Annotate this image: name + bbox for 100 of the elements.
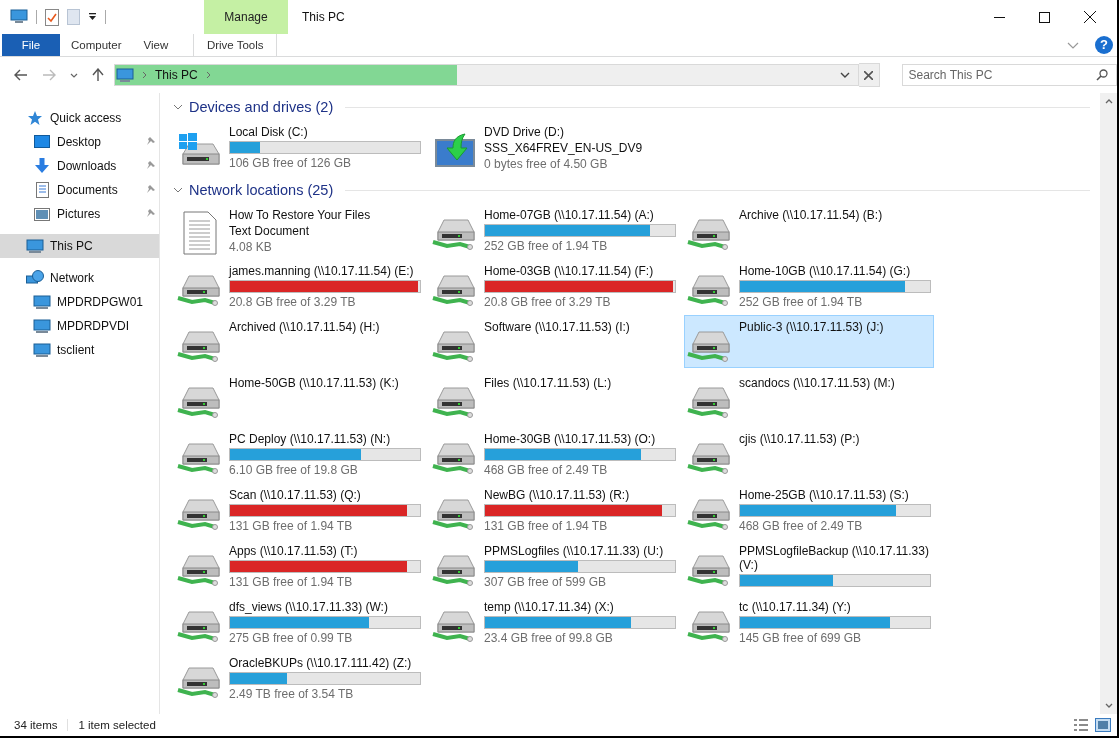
properties-icon[interactable] — [45, 8, 59, 26]
sidebar-item[interactable]: Downloads — [0, 154, 159, 178]
pin-icon[interactable] — [145, 137, 155, 147]
free-space-text: 307 GB free of 599 GB — [484, 575, 608, 589]
free-space-text: 20.8 GB free of 3.29 TB — [229, 295, 357, 309]
ribbon-tab[interactable]: Computer — [60, 34, 133, 56]
drive-item[interactable]: Archived (\\10.17.11.54) (H:) — [174, 315, 424, 368]
drive-item[interactable]: DVD Drive (D:) SSS_X64FREV_EN-US_DV9 0 bytes free of 4.50 GB — [429, 120, 679, 173]
group-header[interactable]: Devices and drives (2) — [189, 99, 334, 115]
drive-item[interactable]: PPMSLogfiles (\\10.17.11.33) (U:) 307 GB free of 599 GB — [429, 539, 679, 592]
drive-item[interactable]: Home-07GB (\\10.17.11.54) (A:) 252 GB free of 1.94 TB — [429, 203, 679, 256]
pin-icon[interactable] — [145, 161, 155, 171]
search-icon[interactable] — [1096, 69, 1108, 81]
computer-icon — [33, 342, 51, 358]
item-name: Archived (\\10.17.11.54) (H:) — [229, 320, 381, 334]
close-icon[interactable] — [864, 70, 874, 80]
item-name: NewBG (\\10.17.11.53) (R:) — [484, 488, 631, 502]
drive-item[interactable]: Scan (\\10.17.11.53) (Q:) 131 GB free of 1.94 TB — [174, 483, 424, 536]
free-space-text: 4.08 KB — [229, 240, 273, 254]
large-icons-view-icon[interactable] — [1095, 718, 1111, 732]
dropdown-caret-icon[interactable] — [840, 72, 850, 78]
drive-item[interactable]: cjis (\\10.17.11.53) (P:) — [684, 427, 934, 480]
drive-item[interactable]: dfs_views (\\10.17.11.33) (W:) 275 GB free of 0.99 TB — [174, 595, 424, 648]
item-name: OracleBKUPs (\\10.17.111.42) (Z:) — [229, 656, 413, 670]
item-name: Apps (\\10.17.11.53) (T:) — [229, 544, 359, 558]
drive-item[interactable]: Local Disk (C:) 106 GB free of 126 GB — [174, 120, 424, 173]
sidebar-item[interactable]: Quick access — [0, 106, 159, 130]
computer-icon — [26, 238, 44, 254]
back-arrow-icon[interactable] — [14, 69, 28, 81]
file-tab[interactable]: File — [2, 34, 60, 56]
drive-item[interactable]: PPMSLogfileBackup (\\10.17.11.33) (V:) — [684, 539, 934, 592]
close-icon[interactable] — [1084, 11, 1096, 23]
download-arrow-icon — [34, 158, 50, 174]
address-bar[interactable]: This PC — [114, 64, 859, 86]
chevron-icon — [205, 71, 211, 79]
drive-item[interactable]: tc (\\10.17.11.34) (Y:) 145 GB free of 699 GB — [684, 595, 934, 648]
caret-icon[interactable] — [88, 12, 97, 22]
drive-item[interactable]: Home-10GB (\\10.17.11.54) (G:) 252 GB free of 1.94 TB — [684, 259, 934, 312]
drive-item[interactable]: Home-30GB (\\10.17.11.53) (O:) 468 GB free of 2.49 TB — [429, 427, 679, 480]
expand-ribbon-icon[interactable] — [1067, 41, 1079, 49]
item-name: temp (\\10.17.11.34) (X:) — [484, 600, 615, 614]
item-label: Text Document — [229, 224, 311, 238]
sidebar-item[interactable]: Pictures — [0, 202, 159, 226]
pin-icon[interactable] — [145, 185, 155, 195]
drive-item[interactable]: PC Deploy (\\10.17.11.53) (N:) 6.10 GB free of 19.8 GB — [174, 427, 424, 480]
computer-icon — [33, 294, 51, 310]
drive-item[interactable]: scandocs (\\10.17.11.53) (M:) — [684, 371, 934, 424]
drive-item[interactable]: Software (\\10.17.11.53) (I:) — [429, 315, 679, 368]
sidebar-item[interactable]: MPDRDPVDI — [0, 314, 159, 338]
help-button[interactable]: ? — [1095, 36, 1113, 54]
computer-icon[interactable] — [10, 9, 28, 25]
star-icon — [27, 110, 43, 126]
item-name: Home-10GB (\\10.17.11.54) (G:) — [739, 264, 912, 278]
sidebar-item[interactable]: Documents — [0, 178, 159, 202]
scroll-up-icon[interactable] — [1104, 99, 1113, 104]
scroll-down-icon[interactable] — [1104, 703, 1113, 708]
breadcrumb[interactable]: This PC — [155, 68, 198, 82]
drive-item[interactable]: temp (\\10.17.11.34) (X:) 23.4 GB free of 99.8 GB — [429, 595, 679, 648]
drive-item[interactable]: Archive (\\10.17.11.54) (B:) — [684, 203, 934, 256]
drive-item[interactable]: Home-25GB (\\10.17.11.53) (S:) 468 GB free of 2.49 TB — [684, 483, 934, 536]
drive-item[interactable]: james.manning (\\10.17.11.54) (E:) 20.8 GB free of 3.29 TB — [174, 259, 424, 312]
maximize-icon[interactable] — [1039, 11, 1050, 23]
item-name: cjis (\\10.17.11.53) (P:) — [739, 432, 861, 446]
item-name: dfs_views (\\10.17.11.33) (W:) — [229, 600, 389, 614]
drive-item[interactable]: Apps (\\10.17.11.53) (T:) 131 GB free of 1.94 TB — [174, 539, 424, 592]
pin-icon[interactable] — [145, 209, 155, 219]
free-space-text: 131 GB free of 1.94 TB — [229, 575, 354, 589]
item-count: 34 items — [14, 719, 58, 731]
drive-item[interactable]: Home-50GB (\\10.17.11.53) (K:) — [174, 371, 424, 424]
ribbon-tab[interactable]: Drive Tools — [193, 34, 278, 56]
drive-item[interactable]: Public-3 (\\10.17.11.53) (J:) — [684, 315, 934, 368]
text-document-icon — [183, 210, 217, 255]
group-header[interactable]: Network locations (25) — [189, 182, 334, 198]
ribbon-tab[interactable]: View — [132, 34, 180, 56]
sidebar-item[interactable]: This PC — [0, 234, 159, 258]
collapse-chevron-icon[interactable] — [173, 104, 183, 110]
recent-locations-icon[interactable] — [70, 72, 78, 78]
up-arrow-icon[interactable] — [92, 68, 104, 82]
sidebar-item[interactable]: Desktop — [0, 130, 159, 154]
file-item[interactable]: How To Restore Your Files Text Document 4.08 KB — [174, 203, 424, 256]
details-view-icon[interactable] — [1073, 718, 1089, 732]
item-name: PPMSLogfileBackup (\\10.17.11.33) (V:) — [739, 544, 930, 572]
free-space-text: 23.4 GB free of 99.8 GB — [484, 631, 614, 645]
item-label: SSS_X64FREV_EN-US_DV9 — [484, 141, 644, 155]
item-name: Files (\\10.17.11.53) (L:) — [484, 376, 613, 390]
sidebar-item[interactable]: MPDRDPGW01 — [0, 290, 159, 314]
computer-icon — [116, 67, 134, 83]
item-name: Local Disk (C:) — [229, 125, 309, 139]
drive-item[interactable]: Home-03GB (\\10.17.11.54) (F:) 20.8 GB free of 3.29 TB — [429, 259, 679, 312]
drive-item[interactable]: Files (\\10.17.11.53) (L:) — [429, 371, 679, 424]
item-name: Archive (\\10.17.11.54) (B:) — [739, 208, 884, 222]
sidebar-item[interactable]: Network — [0, 266, 159, 290]
windows-drive-icon — [177, 131, 223, 168]
drive-item[interactable]: OracleBKUPs (\\10.17.111.42) (Z:) 2.49 TB free of 3.54 TB — [174, 651, 424, 704]
document-icon — [35, 182, 49, 198]
sidebar-item[interactable]: tsclient — [0, 338, 159, 362]
item-name: Software (\\10.17.11.53) (I:) — [484, 320, 631, 334]
collapse-chevron-icon[interactable] — [173, 187, 183, 193]
drive-item[interactable]: NewBG (\\10.17.11.53) (R:) 131 GB free of 1.94 TB — [429, 483, 679, 536]
search-field[interactable]: Search This PC — [901, 64, 1117, 86]
